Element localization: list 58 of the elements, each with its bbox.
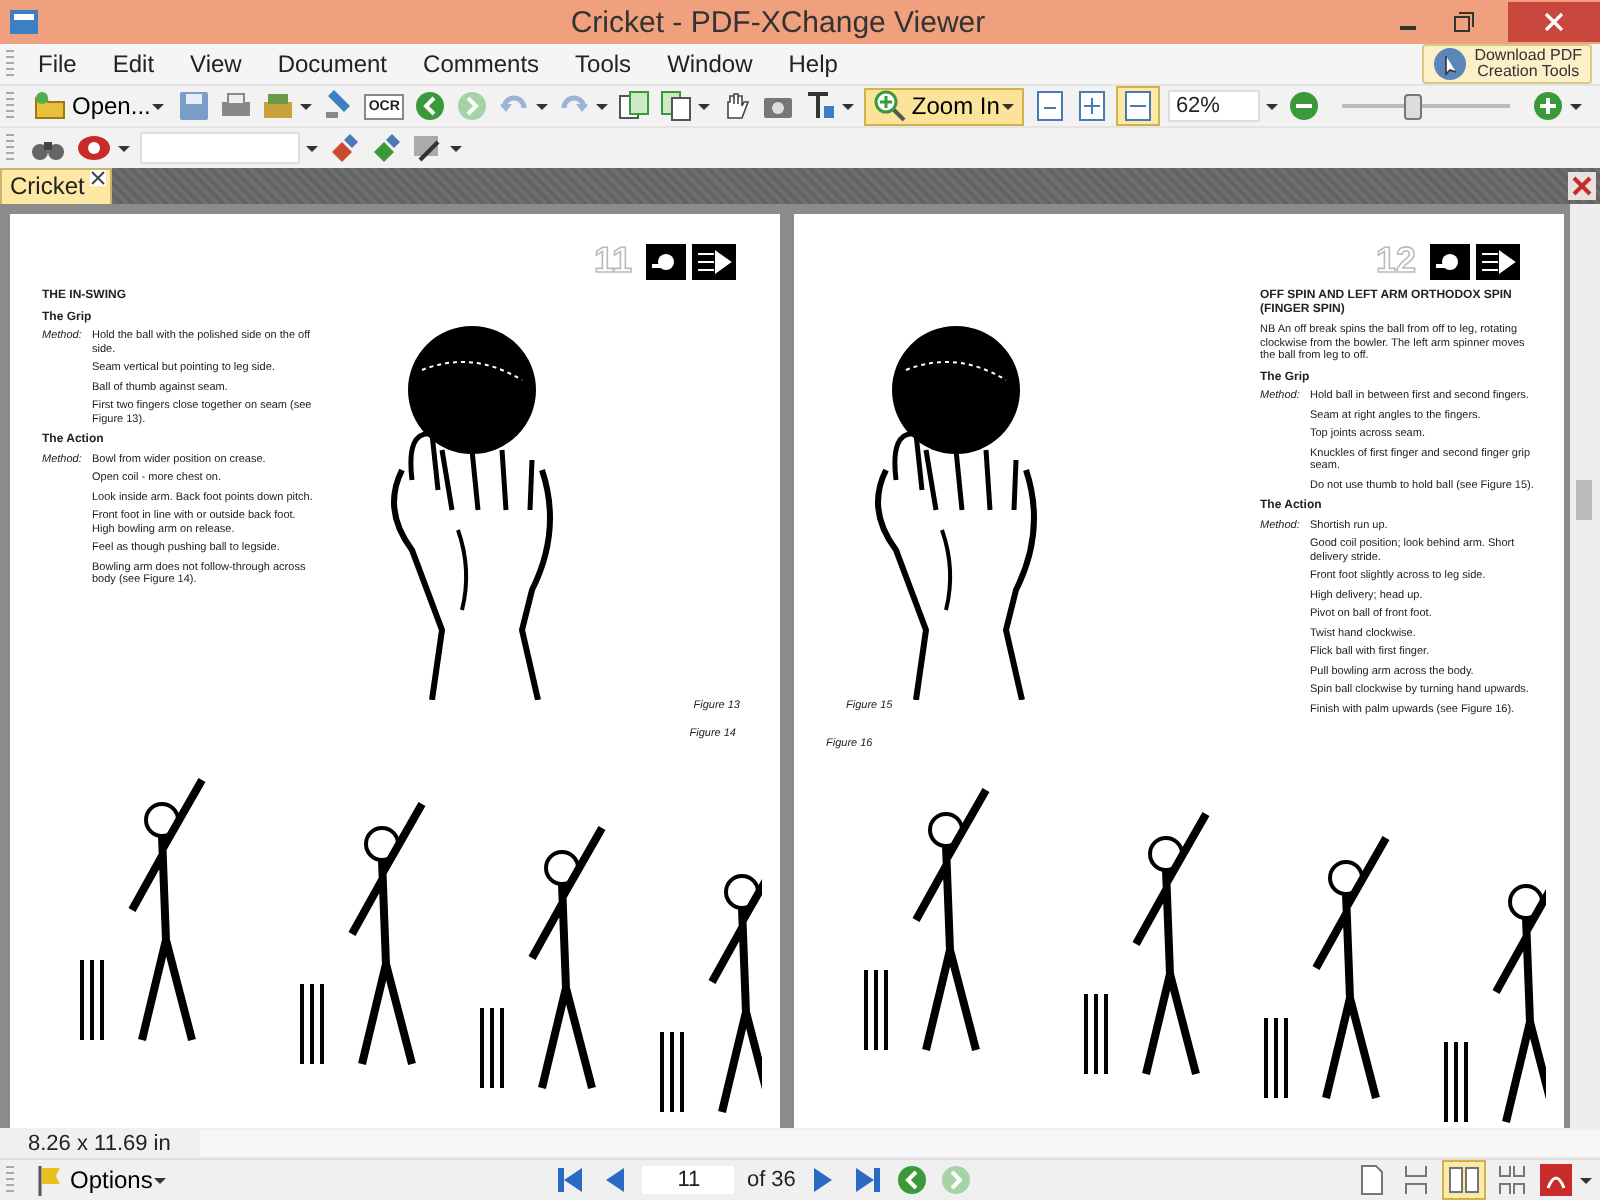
zoom-in-button[interactable]: Zoom In	[863, 87, 1024, 125]
magnifier-icon	[873, 90, 906, 122]
save-icon[interactable]	[178, 90, 211, 122]
window-title: Cricket - PDF-XChange Viewer	[568, 5, 988, 39]
menu-item[interactable]: Window	[649, 50, 771, 78]
search-icon[interactable]	[76, 132, 112, 164]
vertical-scrollbar[interactable]	[1570, 204, 1600, 1128]
close-icon	[1544, 12, 1564, 32]
document-tab[interactable]: Cricket	[0, 168, 113, 204]
menu-item[interactable]: Edit	[94, 50, 173, 78]
grip-handle[interactable]	[6, 92, 14, 120]
page-number: 11	[593, 240, 632, 282]
app-icon	[8, 6, 40, 38]
close-button[interactable]	[1508, 2, 1600, 42]
pages-icon[interactable]	[659, 90, 692, 122]
zoom-in-icon[interactable]	[1531, 90, 1564, 122]
horizontal-scrollbar[interactable]	[200, 1130, 1600, 1156]
continuous-facing-icon[interactable]	[1496, 1164, 1529, 1196]
restore-icon[interactable]	[1452, 10, 1476, 34]
fit-width-icon[interactable]	[1117, 88, 1158, 124]
search-field[interactable]	[140, 132, 300, 164]
menu-item[interactable]: Tools	[557, 50, 650, 78]
flag-icon	[36, 1164, 64, 1196]
continuous-page-icon[interactable]	[1400, 1164, 1433, 1196]
grip-handle[interactable]	[6, 1166, 14, 1194]
grip-handle[interactable]	[6, 134, 14, 162]
page-size-label: 8.26 x 11.69 in	[26, 1131, 173, 1155]
fit-page-icon[interactable]	[1075, 90, 1108, 122]
folder-icon	[34, 90, 66, 122]
back-icon[interactable]	[413, 90, 446, 122]
back-icon[interactable]	[895, 1164, 928, 1196]
pages-icon[interactable]	[617, 90, 650, 122]
slider-thumb[interactable]	[1403, 93, 1422, 119]
close-tab-icon[interactable]	[90, 170, 107, 186]
grip-handle[interactable]	[6, 50, 14, 78]
options-button[interactable]: Options	[32, 1162, 171, 1198]
first-page-icon[interactable]	[554, 1164, 587, 1196]
actual-size-icon[interactable]	[1033, 90, 1066, 122]
menu-item[interactable]: Help	[770, 50, 856, 78]
zoom-field[interactable]: 62%	[1167, 90, 1260, 122]
open-button[interactable]: Open...	[30, 88, 169, 124]
scanner-icon[interactable]	[262, 90, 295, 122]
menu-item[interactable]: View	[172, 50, 260, 78]
menu-item[interactable]: Comments	[405, 50, 558, 78]
page-number-field[interactable]: 11	[642, 1166, 735, 1194]
menu-item[interactable]: Document	[259, 50, 406, 78]
cursor-globe-icon	[1432, 46, 1469, 82]
print-icon[interactable]	[220, 90, 253, 122]
menu-item[interactable]: File	[20, 50, 95, 78]
close-document-icon[interactable]	[1568, 172, 1596, 200]
download-button[interactable]: Download PDF Creation Tools	[1422, 44, 1592, 84]
page-number: 12	[1375, 240, 1416, 282]
facing-pages-icon[interactable]	[1444, 1162, 1485, 1198]
single-page-icon[interactable]	[1356, 1164, 1389, 1196]
page-count: of 36	[746, 1168, 796, 1192]
zoom-out-icon[interactable]	[1287, 90, 1320, 122]
text-select-icon[interactable]	[803, 90, 836, 122]
last-page-icon[interactable]	[851, 1164, 884, 1196]
